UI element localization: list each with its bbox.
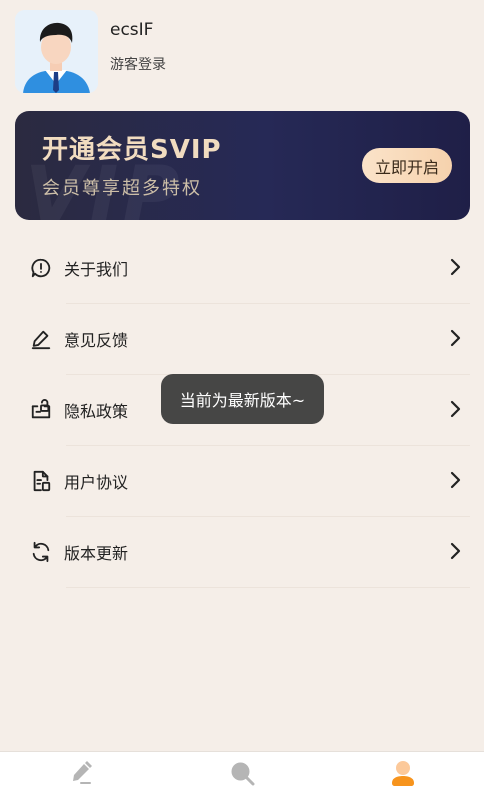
nav-tab-profile[interactable] — [323, 752, 484, 794]
nav-tab-search[interactable] — [161, 752, 322, 794]
toast-message: 当前为最新版本~ — [161, 374, 324, 424]
menu-item-feedback[interactable]: 意见反馈 — [30, 303, 470, 375]
privacy-bag-icon — [30, 398, 52, 421]
chevron-right-icon — [450, 471, 461, 489]
chevron-right-icon — [450, 542, 461, 560]
username: ecsIF — [110, 20, 154, 40]
divider — [66, 587, 470, 588]
edit-pen-icon — [30, 328, 52, 350]
avatar[interactable] — [15, 10, 98, 93]
profile-icon — [392, 761, 415, 786]
menu-item-label: 用户协议 — [64, 472, 129, 492]
info-chat-icon — [30, 257, 52, 279]
document-icon — [30, 470, 52, 492]
menu-item-label: 版本更新 — [64, 543, 129, 563]
menu-item-user-agreement[interactable]: 用户协议 — [30, 445, 470, 517]
vip-title: 开通会员SVIP — [42, 135, 222, 165]
open-vip-button[interactable]: 立即开启 — [362, 148, 452, 183]
pencil-icon — [72, 761, 92, 784]
login-status[interactable]: 游客登录 — [110, 54, 166, 74]
profile-header: ecsIF 游客登录 — [15, 10, 166, 93]
chevron-right-icon — [450, 258, 461, 276]
search-icon — [231, 762, 255, 786]
chevron-right-icon — [450, 329, 461, 347]
menu-item-label: 意见反馈 — [64, 330, 129, 350]
refresh-icon — [30, 541, 52, 563]
vip-subtitle: 会员尊享超多特权 — [42, 178, 202, 199]
chevron-right-icon — [450, 400, 461, 418]
bottom-navigation — [0, 751, 484, 794]
menu-item-label: 隐私政策 — [64, 401, 129, 421]
nav-tab-write[interactable] — [0, 752, 161, 794]
menu-item-version-update[interactable]: 版本更新 — [30, 516, 470, 588]
menu-item-label: 关于我们 — [64, 259, 129, 279]
vip-banner[interactable]: VIP 开通会员SVIP 会员尊享超多特权 立即开启 — [15, 111, 470, 220]
menu-item-about-us[interactable]: 关于我们 — [30, 232, 470, 304]
avatar-illustration — [15, 10, 98, 93]
